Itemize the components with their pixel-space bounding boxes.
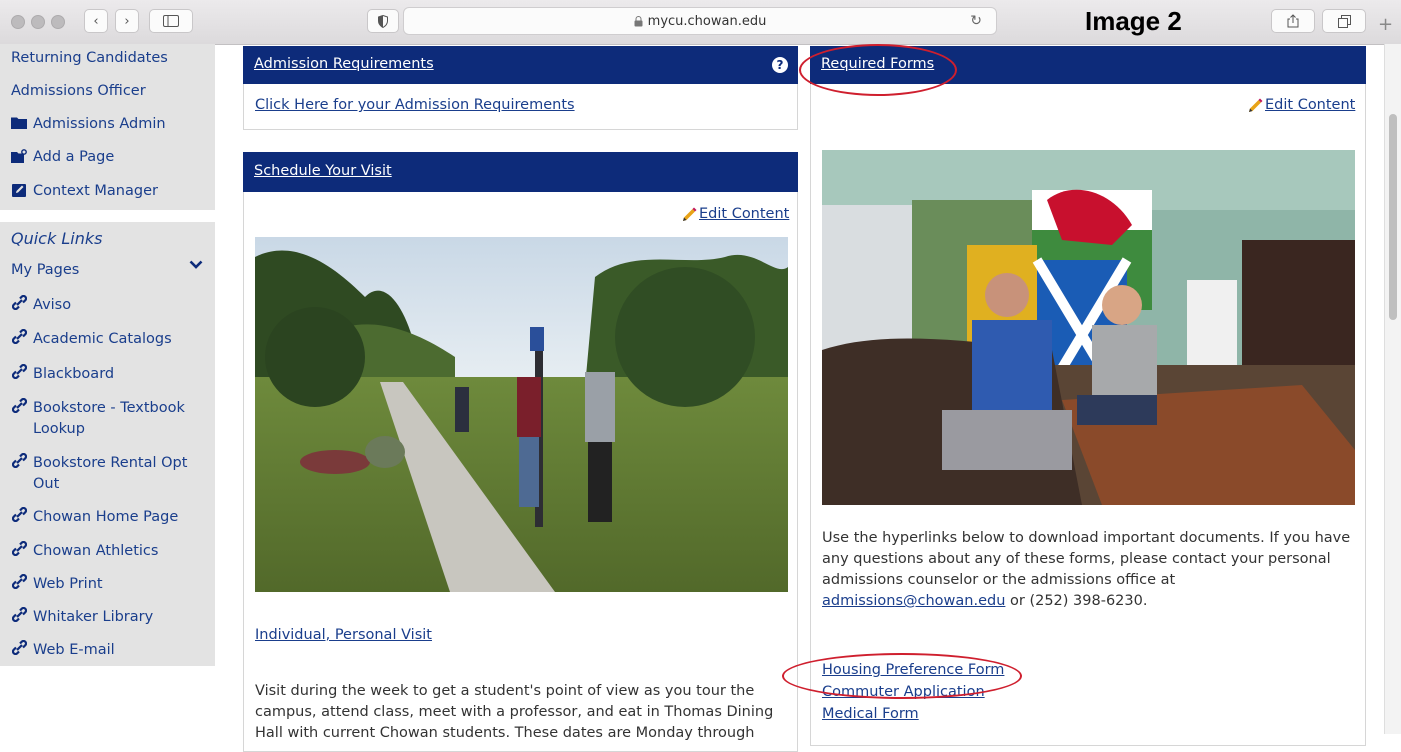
- my-pages-toggle[interactable]: My Pages: [11, 262, 79, 278]
- link-icon: [11, 541, 27, 556]
- quick-link-item[interactable]: Bookstore Rental Opt Out: [11, 453, 206, 495]
- link-icon: [11, 507, 27, 522]
- chevron-right-icon: ›: [124, 13, 130, 29]
- edit-square-icon: [11, 183, 27, 197]
- visit-description: Visit during the week to get a student's…: [255, 683, 774, 741]
- url-text: mycu.chowan.edu: [647, 13, 767, 29]
- sidebar-toggle-button[interactable]: [149, 9, 193, 33]
- quick-link-item[interactable]: Web E-mail: [11, 640, 206, 661]
- admission-requirements-link[interactable]: Click Here for your Admission Requiremen…: [255, 97, 575, 113]
- link-icon: [11, 574, 27, 589]
- quick-link-item[interactable]: Academic Catalogs: [11, 329, 206, 350]
- chevron-down-icon[interactable]: [189, 260, 203, 270]
- quick-link-item[interactable]: Blackboard: [11, 364, 206, 385]
- sidebar-item-admissions-officer[interactable]: Admissions Officer: [11, 83, 146, 99]
- page-scrollbar[interactable]: [1384, 44, 1401, 734]
- quick-link-item[interactable]: Aviso: [11, 295, 206, 316]
- zoom-window-dot[interactable]: [51, 15, 65, 29]
- back-button[interactable]: ‹: [84, 9, 108, 33]
- individual-visit-link[interactable]: Individual, Personal Visit: [255, 627, 432, 643]
- share-icon: [1287, 14, 1299, 28]
- lock-icon: [634, 15, 643, 26]
- annotation-circle-housing-form: [782, 653, 1022, 699]
- tabs-overview-button[interactable]: [1322, 9, 1366, 33]
- link-icon: [11, 607, 27, 622]
- help-icon[interactable]: ?: [772, 57, 788, 73]
- forward-button[interactable]: ›: [115, 9, 139, 33]
- schedule-visit-header: Schedule Your Visit: [243, 152, 798, 192]
- schedule-visit-title[interactable]: Schedule Your Visit: [254, 163, 392, 179]
- address-bar[interactable]: mycu.chowan.edu ↻: [403, 7, 997, 35]
- forms-description: Use the hyperlinks below to download imp…: [822, 530, 1351, 609]
- shield-icon: [378, 14, 388, 28]
- pencil-icon: [1249, 98, 1263, 112]
- browser-toolbar: ‹ › mycu.chowan.edu ↻ Image 2 +: [0, 0, 1401, 45]
- close-window-dot[interactable]: [11, 15, 25, 29]
- link-icon: [11, 640, 27, 655]
- admission-requirements-title[interactable]: Admission Requirements: [254, 56, 434, 72]
- quick-links-title: Quick Links: [11, 229, 103, 248]
- privacy-shield-button[interactable]: [367, 9, 399, 33]
- quick-link-item[interactable]: Web Print: [11, 574, 206, 595]
- sidebar-item-context-manager[interactable]: Context Manager: [11, 183, 158, 199]
- link-icon: [11, 364, 27, 379]
- visit-edit-content[interactable]: Edit Content: [682, 206, 789, 222]
- chevron-left-icon: ‹: [93, 13, 99, 29]
- minimize-window-dot[interactable]: [31, 15, 45, 29]
- quick-link-item[interactable]: Whitaker Library: [11, 607, 206, 628]
- link-icon: [11, 453, 27, 468]
- annotation-circle-required-forms: [799, 44, 957, 96]
- new-tab-button[interactable]: +: [1378, 14, 1393, 35]
- share-button[interactable]: [1271, 9, 1315, 33]
- link-icon: [11, 398, 27, 413]
- admissions-email-link[interactable]: admissions@chowan.edu: [822, 593, 1005, 609]
- pencil-icon: [683, 207, 697, 221]
- link-icon: [11, 295, 27, 310]
- quick-link-item[interactable]: Chowan Home Page: [11, 507, 206, 528]
- tabs-icon: [1337, 14, 1351, 28]
- quick-links-menu: [0, 222, 215, 666]
- quick-link-item[interactable]: Chowan Athletics: [11, 541, 206, 562]
- sidebar-icon: [163, 15, 179, 27]
- sidebar-item-add-a-page[interactable]: Add a Page: [11, 149, 114, 165]
- dorm-room-photo: [822, 150, 1355, 505]
- link-icon: [11, 329, 27, 344]
- forms-edit-content[interactable]: Edit Content: [1248, 97, 1355, 113]
- add-folder-icon: [11, 149, 27, 163]
- quick-link-item[interactable]: Bookstore - Textbook Lookup: [11, 398, 206, 440]
- admission-requirements-header: Admission Requirements ?: [243, 46, 798, 84]
- medical-form-link[interactable]: Medical Form: [822, 706, 919, 722]
- scrollbar-thumb[interactable]: [1389, 114, 1397, 320]
- reload-icon[interactable]: ↻: [970, 13, 982, 29]
- sidebar-item-admissions-admin[interactable]: Admissions Admin: [11, 116, 166, 132]
- sidebar-item-returning-candidates[interactable]: Returning Candidates: [11, 50, 168, 66]
- folder-icon: [11, 116, 27, 129]
- campus-visit-photo: [255, 237, 788, 592]
- image-label: Image 2: [1085, 6, 1182, 36]
